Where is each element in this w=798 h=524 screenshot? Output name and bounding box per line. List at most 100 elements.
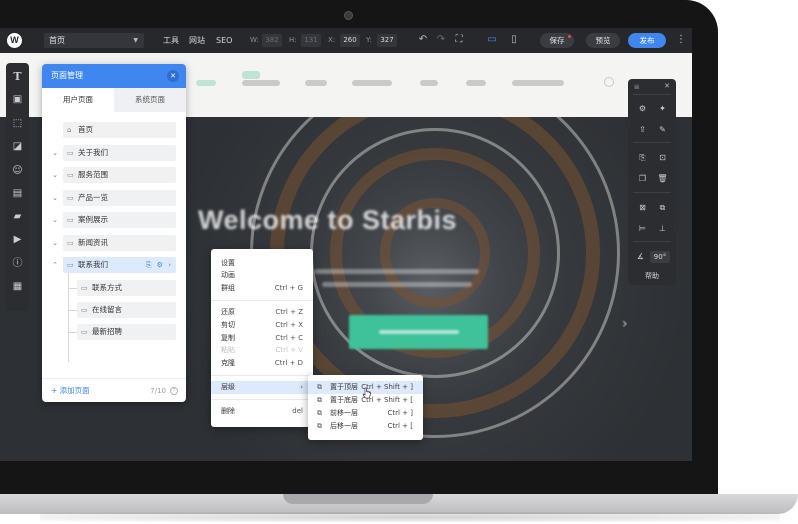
gear-icon[interactable]: ⚙ (636, 102, 649, 115)
preview-button[interactable]: 预览 (586, 33, 620, 48)
ctx-label: 设置 (221, 259, 235, 267)
gear-icon[interactable]: ⚙ (157, 261, 163, 269)
redo-icon[interactable]: ↷ (434, 33, 448, 47)
ctx-group[interactable]: 群组 Ctrl + G (211, 282, 313, 295)
webcam (344, 11, 353, 20)
desktop-view-icon[interactable]: ▭ (485, 33, 499, 47)
help-link[interactable]: 帮助 (628, 271, 676, 281)
image-icon[interactable]: ▣ (10, 92, 25, 107)
page-icon: ▭ (81, 284, 88, 292)
submenu-label: 置于顶层 (330, 383, 358, 391)
slideshow-icon[interactable]: ▶ (10, 232, 25, 247)
rp-separator (633, 192, 671, 193)
align-center-icon[interactable]: ⊥ (656, 222, 669, 235)
height-label: H: (289, 36, 297, 44)
mobile-view-icon[interactable]: ▯ (507, 33, 521, 47)
y-input[interactable]: 327 (377, 34, 397, 47)
menu-website[interactable]: 网站 (189, 28, 205, 53)
ctx-animation[interactable]: 动画 (211, 269, 313, 282)
page-row-cases[interactable]: ▭ 案例展示 (63, 212, 176, 228)
ctx-paste[interactable]: 粘贴 Ctrl + V (211, 344, 313, 357)
chat-icon[interactable]: ▰ (10, 209, 25, 224)
tab-user-pages[interactable]: 用户页面 (42, 88, 114, 112)
more-options-icon[interactable]: ⋮ (676, 33, 686, 47)
close-icon[interactable]: ✕ (167, 70, 179, 82)
text-icon[interactable]: T (10, 69, 25, 84)
page-row-products[interactable]: ▭ 产品一览 (63, 190, 176, 206)
chevron-down-icon[interactable]: ⌄ (51, 212, 59, 228)
ctx-label: 复制 (221, 334, 235, 342)
app-logo[interactable]: W (7, 33, 22, 48)
close-icon[interactable]: ✕ (664, 82, 670, 90)
copy-icon[interactable]: ⎘ (146, 261, 152, 269)
ctx-delete[interactable]: 删除 del (211, 405, 313, 418)
ctx-layer[interactable]: 层级 › (211, 381, 313, 394)
folder-icon: ▭ (67, 216, 74, 224)
save-button[interactable]: 保存 (540, 33, 574, 48)
fit-screen-icon[interactable]: ⛶ (452, 33, 466, 47)
layer-order-icon[interactable]: ⧉ (656, 201, 669, 214)
copy-icon[interactable]: ⎘ (636, 151, 649, 164)
page-row-news[interactable]: ▭ 新闻资讯 (63, 235, 176, 251)
brush-icon[interactable]: ✎ (656, 123, 669, 136)
trash-icon[interactable]: 🗑 (656, 172, 669, 185)
height-input[interactable]: 131 (301, 34, 321, 47)
shape-icon[interactable]: ◪ (10, 139, 25, 154)
ctx-shortcut: Ctrl + X (275, 321, 303, 329)
lock-icon[interactable]: ⊡ (656, 151, 669, 164)
animation-icon[interactable]: ✦ (656, 102, 669, 115)
emoji-icon[interactable]: ☺ (10, 163, 25, 178)
add-page-button[interactable]: + 添加页面 (51, 379, 90, 402)
slider-next-icon[interactable]: › (622, 316, 628, 332)
help-icon[interactable]: ? (170, 387, 178, 395)
chevron-right-icon[interactable]: › (168, 261, 171, 269)
site-nav-item (305, 80, 327, 86)
crop-icon[interactable]: ⊠ (636, 201, 649, 214)
hero-cta-button[interactable] (349, 315, 488, 349)
ctx-shortcut: del (292, 407, 303, 415)
ctx-clone[interactable]: 克隆 Ctrl + D (211, 357, 313, 370)
page-row-label: 首页 (78, 125, 93, 134)
calendar-icon[interactable]: ▤ (10, 186, 25, 201)
menu-seo[interactable]: SEO (216, 28, 232, 53)
chevron-down-icon[interactable]: ⌄ (51, 167, 59, 183)
ctx-separator (211, 375, 313, 376)
chevron-down-icon[interactable]: ⌄ (51, 190, 59, 206)
rotation-input[interactable]: 90° (650, 251, 670, 263)
ctx-cut[interactable]: 剪切 Ctrl + X (211, 319, 313, 332)
chevron-down-icon: ▼ (133, 37, 138, 44)
x-input[interactable]: 260 (340, 34, 360, 47)
undo-icon[interactable]: ↶ (416, 33, 430, 47)
tab-system-pages[interactable]: 系统页面 (114, 88, 186, 112)
width-input[interactable]: 382 (262, 34, 282, 47)
menu-tools[interactable]: 工具 (163, 28, 179, 53)
cursor-select-icon[interactable]: ⬚ (10, 116, 25, 131)
site-nav-item (466, 80, 486, 86)
hero-title[interactable]: Welcome to Starbis (198, 205, 457, 236)
publish-button[interactable]: 发布 (628, 33, 666, 48)
upload-icon[interactable]: ⇪ (636, 123, 649, 136)
widgets-icon[interactable]: ▦ (10, 279, 25, 294)
submenu-label: 置于底层 (330, 396, 358, 404)
rp-separator (633, 142, 671, 143)
page-row-label: 服务范围 (78, 170, 108, 179)
page-row-contact-info[interactable]: ▭ 联系方式 (77, 280, 176, 296)
page-row-home[interactable]: ⌂ 首页 (63, 122, 176, 138)
chevron-down-icon[interactable]: ⌄ (51, 235, 59, 251)
align-left-icon[interactable]: ⊨ (636, 222, 649, 235)
submenu-send-backward[interactable]: ⧉ 后移一层 Ctrl + [ (308, 420, 423, 433)
ctx-undo[interactable]: 还原 Ctrl + Z (211, 306, 313, 319)
chevron-up-icon[interactable]: ⌃ (51, 257, 59, 273)
page-row-guestbook[interactable]: ▭ 在线留言 (77, 302, 176, 318)
page-row-services[interactable]: ▭ 服务范围 (63, 167, 176, 183)
row-actions: ⎘ ⚙ › (146, 257, 171, 273)
page-select-dropdown[interactable]: 首页 ▼ (44, 33, 144, 48)
chevron-down-icon[interactable]: ⌄ (51, 145, 59, 161)
duplicate-icon[interactable]: ❐ (636, 172, 649, 185)
submenu-bring-forward[interactable]: ⧉ 前移一层 Ctrl + ] (308, 407, 423, 420)
page-row-jobs[interactable]: ▭ 最新招聘 (77, 324, 176, 340)
page-row-contact[interactable]: ▭ 联系我们 ⎘ ⚙ › (63, 257, 176, 273)
drag-handle-icon[interactable]: ⁞⁞⁞⁞⁞ (634, 84, 639, 91)
page-row-about[interactable]: ▭ 关于我们 (63, 145, 176, 161)
info-icon[interactable]: ⓘ (10, 256, 25, 271)
